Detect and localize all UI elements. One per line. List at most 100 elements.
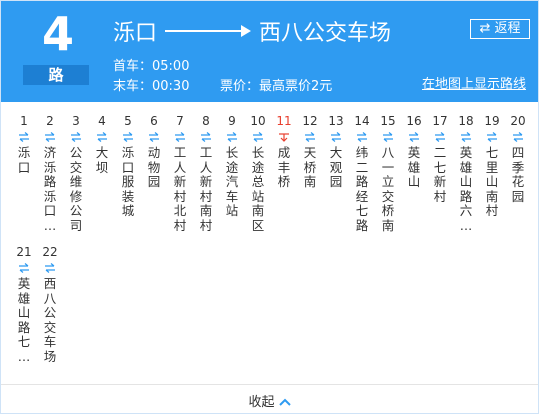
two-way-arrow-icon: [14, 132, 34, 144]
stop-name: 英雄山: [407, 145, 421, 189]
stop-number: 20: [510, 114, 526, 128]
stop-item[interactable]: 6 动物园: [144, 114, 164, 190]
stop-name: 八一立交桥南: [381, 145, 395, 233]
return-trip-button[interactable]: ⇄ 返程: [470, 19, 530, 39]
stop-name: 长途总站南区: [251, 145, 265, 233]
stop-number: 18: [458, 114, 474, 128]
two-way-arrow-icon: [66, 132, 86, 144]
bus-position-icon: [274, 132, 294, 144]
last-bus-time: 末车：00:30: [113, 79, 190, 94]
stop-item[interactable]: 1 泺口: [14, 114, 34, 175]
two-way-arrow-icon: [14, 263, 34, 275]
stop-number: 16: [406, 114, 422, 128]
stop-item[interactable]: 12 天桥南: [300, 114, 320, 190]
stop-item[interactable]: 7 工人新村北村: [170, 114, 190, 233]
first-bus-time: 首车：05:00: [113, 59, 190, 74]
stop-item[interactable]: 20 四季花园: [508, 114, 528, 204]
stop-name: 英雄山路七…: [17, 276, 31, 364]
stop-number: 12: [302, 114, 318, 128]
stop-name: 公交维修公司: [69, 145, 83, 233]
route-title: 泺口 西八公交车场: [113, 15, 391, 47]
stop-name: 泺口: [17, 145, 31, 175]
stop-number: 14: [354, 114, 370, 128]
stop-number: 10: [250, 114, 266, 128]
stop-name: 天桥南: [303, 145, 317, 189]
stop-item[interactable]: 17 二七新村: [430, 114, 450, 204]
stop-number: 7: [176, 114, 184, 128]
stop-item[interactable]: 21 英雄山路七…: [14, 245, 34, 364]
two-way-arrow-icon: [222, 132, 242, 144]
stop-name: 大坝: [95, 145, 109, 175]
collapse-label: 收起: [248, 395, 275, 410]
stop-name: 动物园: [147, 145, 161, 189]
stop-name: 大观园: [329, 145, 343, 189]
stop-item[interactable]: 16 英雄山: [404, 114, 424, 190]
collapse-button[interactable]: 收起: [1, 391, 538, 410]
fare-info: 票价：最高票价2元: [220, 79, 333, 94]
route-header: 4 路 泺口 西八公交车场 ⇄ 返程 首车：05:00 末车：00:30 票价：…: [1, 1, 538, 102]
stop-name: 七里山南村: [485, 145, 499, 218]
stop-name: 纬二路经七路: [355, 145, 369, 233]
stop-name: 长途汽车站: [225, 145, 239, 218]
two-way-arrow-icon: [118, 132, 138, 144]
stop-item[interactable]: 14 纬二路经七路: [352, 114, 372, 233]
stop-name: 工人新村北村: [173, 145, 187, 233]
stop-number: 11: [276, 114, 292, 128]
stop-number: 4: [98, 114, 106, 128]
stop-number: 17: [432, 114, 448, 128]
two-way-arrow-icon: [378, 132, 398, 144]
stop-number: 1: [20, 114, 28, 128]
two-way-arrow-icon: [508, 132, 528, 144]
stop-number: 3: [72, 114, 80, 128]
two-way-arrow-icon: [144, 132, 164, 144]
stop-item[interactable]: 15 八一立交桥南: [378, 114, 398, 233]
stop-item[interactable]: 10 长途总站南区: [248, 114, 268, 233]
stop-number: 19: [484, 114, 500, 128]
stop-number: 6: [150, 114, 158, 128]
stop-item[interactable]: 22 西八公交车场: [40, 245, 60, 364]
stop-item[interactable]: 11 成丰桥: [274, 114, 294, 190]
two-way-arrow-icon: [170, 132, 190, 144]
stop-name: 工人新村南村: [199, 145, 213, 233]
stop-number: 2: [46, 114, 54, 128]
stop-item[interactable]: 13 大观园: [326, 114, 346, 190]
two-way-arrow-icon: [482, 132, 502, 144]
stop-number: 9: [228, 114, 236, 128]
stop-number: 22: [42, 245, 58, 259]
stop-number: 8: [202, 114, 210, 128]
stop-name: 英雄山路六…: [459, 145, 473, 233]
two-way-arrow-icon: [300, 132, 320, 144]
stop-name: 泺口服装城: [121, 145, 135, 218]
two-way-arrow-icon: [430, 132, 450, 144]
two-way-arrow-icon: [326, 132, 346, 144]
stop-item[interactable]: 3 公交维修公司: [66, 114, 86, 233]
stop-item[interactable]: 19 七里山南村: [482, 114, 502, 219]
stop-item[interactable]: 9 长途汽车站: [222, 114, 242, 219]
stop-name: 二七新村: [433, 145, 447, 204]
route-destination: 西八公交车场: [259, 21, 392, 46]
stop-item[interactable]: 4 大坝: [92, 114, 112, 175]
stop-number: 13: [328, 114, 344, 128]
stop-item[interactable]: 5 泺口服装城: [118, 114, 138, 219]
stop-number: 15: [380, 114, 396, 128]
route-number: 4: [41, 7, 74, 61]
two-way-arrow-icon: [40, 263, 60, 275]
swap-icon: ⇄: [479, 21, 495, 36]
route-origin: 泺口: [113, 21, 158, 46]
direction-arrow-icon: [165, 25, 252, 37]
two-way-arrow-icon: [92, 132, 112, 144]
show-route-on-map-link[interactable]: 在地图上显示路线: [422, 73, 526, 92]
stop-name: 西八公交车场: [43, 276, 57, 364]
stop-name: 济泺路泺口…: [43, 145, 57, 233]
stop-item[interactable]: 8 工人新村南村: [196, 114, 216, 233]
stop-item[interactable]: 18 英雄山路六…: [456, 114, 476, 233]
stop-item[interactable]: 2 济泺路泺口…: [40, 114, 60, 233]
return-label: 返程: [494, 21, 521, 36]
stop-name: 四季花园: [511, 145, 525, 204]
two-way-arrow-icon: [196, 132, 216, 144]
footer: 收起: [1, 384, 538, 412]
stop-name: 成丰桥: [277, 145, 291, 189]
two-way-arrow-icon: [352, 132, 372, 144]
stop-number: 21: [16, 245, 32, 259]
chevron-up-icon: [278, 395, 291, 410]
